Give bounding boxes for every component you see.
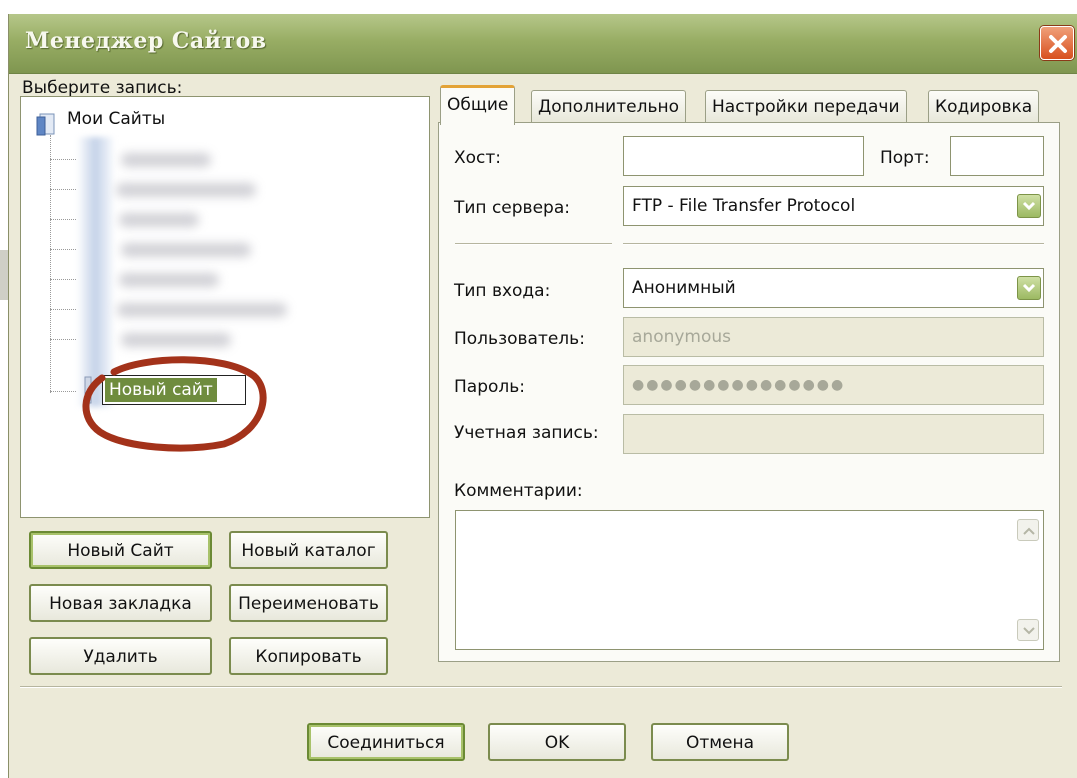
folder-icon [36,113,55,136]
separator [623,243,1044,245]
chevron-down-icon [1022,201,1036,211]
cancel-button[interactable]: Отмена [651,723,789,761]
footer-separator [20,686,1062,688]
connect-button[interactable]: Соединиться [307,723,465,761]
chevron-down-icon [1023,627,1035,635]
tree-branch [50,189,76,190]
scroll-up-button[interactable] [1017,519,1039,541]
annotation-circle [82,356,267,452]
title-bar[interactable]: Менеджер Сайтов [9,14,1077,74]
password-input[interactable]: ●●●●●●●●●●●●●●● [623,365,1044,405]
blurred-site-entry[interactable] [121,243,251,257]
server-type-value: FTP - File Transfer Protocol [632,196,856,216]
close-button[interactable] [1040,26,1074,60]
blurred-site-entry[interactable] [121,333,231,347]
tree-branch [50,249,76,250]
screenshot: Менеджер Сайтов Выберите запись: Мои Сай… [0,0,1077,778]
tree-branch [50,159,76,160]
logon-type-label: Тип входа: [454,281,551,301]
port-input[interactable] [950,136,1044,176]
copy-button[interactable]: Копировать [229,637,388,675]
tab-charset[interactable]: Кодировка [928,90,1040,124]
user-label: Пользователь: [454,329,585,349]
user-input[interactable]: anonymous [623,317,1044,357]
site-tree[interactable]: Мои Сайты Новый сайт [20,96,430,518]
new-site-button[interactable]: Новый Сайт [29,531,212,569]
server-type-label: Тип сервера: [454,198,570,218]
blurred-site-entry[interactable] [121,153,211,167]
tab-general[interactable]: Общие [440,85,516,125]
new-folder-button[interactable]: Новый каталог [229,531,388,569]
blurred-site-entry[interactable] [119,273,219,287]
tree-branch [50,309,76,310]
delete-button[interactable]: Удалить [29,637,212,675]
tree-branch [50,391,76,392]
ok-button[interactable]: OK [488,723,626,761]
new-bookmark-button[interactable]: Новая закладка [29,584,212,622]
tab-advanced[interactable]: Дополнительно [531,90,686,124]
port-label: Порт: [880,148,930,168]
tree-root-my-sites[interactable]: Мои Сайты [67,109,165,129]
window-title: Менеджер Сайтов [25,28,267,54]
host-input[interactable] [623,136,864,176]
tree-branch [50,279,76,280]
tree-branch [50,339,76,340]
select-entry-label: Выберите запись: [22,78,183,98]
tree-guide-line [50,135,51,393]
background-window-edge [0,250,8,300]
logon-type-value: Анонимный [632,278,736,298]
blurred-site-entry[interactable] [116,183,256,197]
chevron-up-icon [1023,527,1035,535]
rename-button[interactable]: Переименовать [229,584,388,622]
host-label: Хост: [454,148,502,168]
server-type-select[interactable]: FTP - File Transfer Protocol [623,186,1044,226]
close-icon [1049,35,1067,53]
chevron-down-icon [1022,283,1036,293]
separator [455,243,612,245]
scroll-down-button[interactable] [1017,619,1039,641]
comments-label: Комментарии: [454,481,583,501]
account-label: Учетная запись: [454,423,599,443]
account-input[interactable] [623,414,1044,454]
password-label: Пароль: [454,377,526,397]
tab-transfer-settings[interactable]: Настройки передачи [705,90,907,124]
blurred-site-entry[interactable] [117,303,287,317]
logon-type-select[interactable]: Анонимный [623,268,1044,308]
blurred-site-entry[interactable] [119,213,199,227]
server-type-dropdown-button[interactable] [1017,194,1041,218]
logon-type-dropdown-button[interactable] [1017,276,1041,300]
tree-branch [50,219,76,220]
comments-textarea[interactable] [455,510,1044,650]
